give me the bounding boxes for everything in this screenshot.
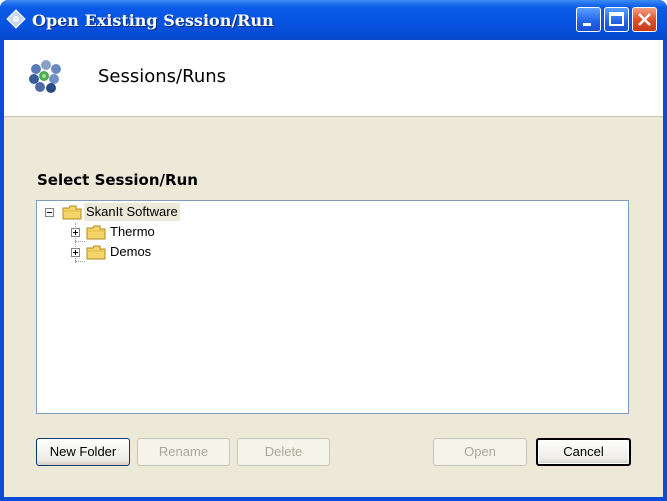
tree-node-label[interactable]: Thermo [108, 223, 157, 241]
folder-icon [86, 245, 106, 260]
close-icon [638, 13, 651, 26]
collapse-icon[interactable] [45, 208, 54, 217]
maximize-button[interactable] [604, 7, 629, 32]
delete-button[interactable]: Delete [237, 438, 330, 466]
close-button[interactable] [632, 7, 657, 32]
session-tree[interactable]: SkanIt Software Thermo Demos [36, 200, 629, 414]
title-bar[interactable]: Open Existing Session/Run [0, 0, 667, 40]
folder-icon [86, 225, 106, 240]
sessions-icon [29, 60, 61, 93]
header-panel: Sessions/Runs [4, 40, 663, 117]
tree-connector [75, 261, 85, 262]
dialog-window: Open Existing Session/Run Sessions/Runs … [0, 0, 667, 501]
minimize-icon [583, 23, 591, 26]
select-session-label: Select Session/Run [37, 171, 198, 189]
rename-button[interactable]: Rename [137, 438, 230, 466]
tree-connector [75, 241, 85, 242]
header-title: Sessions/Runs [98, 66, 227, 87]
tree-node-thermo[interactable]: Thermo [41, 223, 241, 241]
dialog-body: Sessions/Runs Select Session/Run SkanIt … [4, 40, 663, 497]
app-icon [6, 9, 26, 29]
open-button[interactable]: Open [433, 438, 527, 466]
maximize-icon [609, 12, 624, 26]
minimize-button[interactable] [576, 7, 601, 32]
cancel-button[interactable]: Cancel [536, 438, 631, 466]
tree-node-demos[interactable]: Demos [41, 243, 241, 261]
new-folder-button[interactable]: New Folder [36, 438, 130, 466]
tree-node-label[interactable]: SkanIt Software [84, 203, 180, 221]
tree-node-root[interactable]: SkanIt Software [41, 203, 241, 221]
expand-icon[interactable] [71, 248, 80, 257]
folder-open-icon [62, 205, 82, 220]
tree-node-label[interactable]: Demos [108, 243, 153, 261]
window-title: Open Existing Session/Run [32, 11, 274, 30]
expand-icon[interactable] [71, 228, 80, 237]
